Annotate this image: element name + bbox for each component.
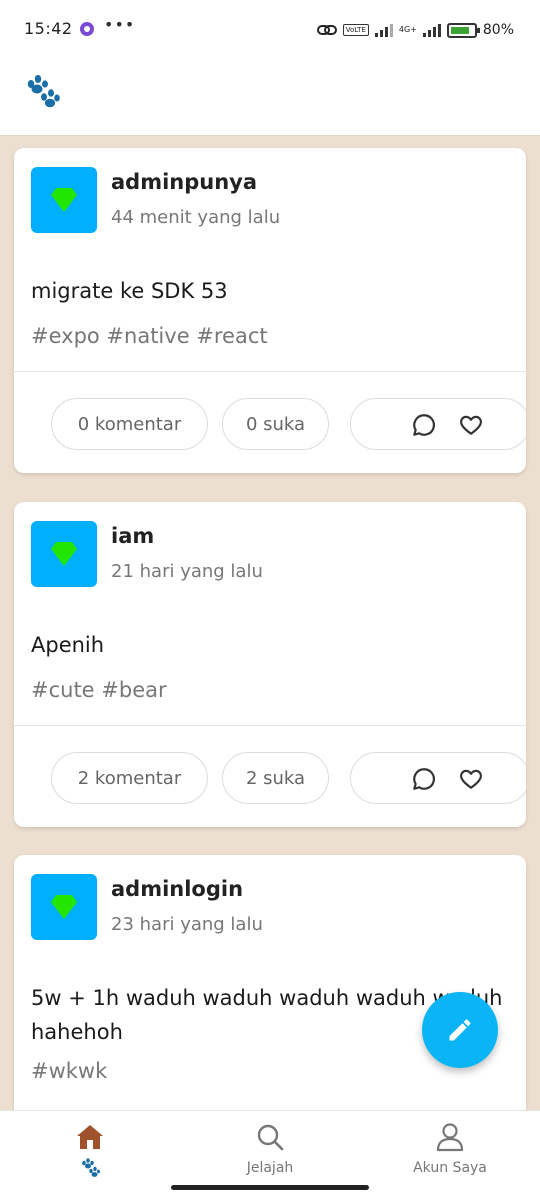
avatar[interactable] — [31, 521, 97, 587]
link-icon — [316, 25, 337, 35]
like-count-button[interactable]: 2 suka — [222, 752, 329, 804]
post-timestamp: 44 menit yang lalu — [111, 207, 281, 228]
paw-icon — [82, 1158, 100, 1177]
post-content: migrate ke SDK 53 — [31, 279, 228, 303]
post-tags[interactable]: #wkwk — [31, 1059, 107, 1083]
post-actions — [350, 752, 526, 804]
post-username[interactable]: iam — [111, 524, 154, 548]
comment-icon[interactable] — [411, 412, 437, 438]
battery-percent: 80% — [482, 22, 514, 38]
volte-icon: VoLTE — [342, 24, 369, 36]
tab-home[interactable] — [0, 1111, 180, 1191]
post-timestamp: 23 hari yang lalu — [111, 914, 263, 935]
post-card[interactable]: adminpunya 44 menit yang lalu migrate ke… — [14, 148, 526, 473]
like-count-button[interactable]: 0 suka — [222, 398, 329, 450]
signal-icon-2 — [422, 23, 441, 37]
network-type: 4G+ — [398, 25, 417, 34]
heart-icon[interactable] — [458, 412, 484, 438]
tab-akun-saya[interactable]: Akun Saya — [360, 1111, 540, 1191]
pencil-icon — [449, 1019, 471, 1041]
post-tags[interactable]: #expo #native #react — [31, 324, 268, 348]
messenger-notification-icon — [80, 22, 94, 36]
app-bar — [0, 60, 540, 136]
paw-icon[interactable] — [22, 72, 62, 112]
post-timestamp: 21 hari yang lalu — [111, 561, 263, 582]
more-notifications-icon: ••• — [104, 15, 136, 34]
gem-icon — [51, 542, 77, 566]
post-actions — [350, 398, 526, 450]
comment-count-button[interactable]: 0 komentar — [51, 398, 208, 450]
tab-label: Akun Saya — [413, 1160, 487, 1176]
divider — [14, 371, 526, 372]
post-content: Apenih — [31, 633, 105, 657]
gesture-bar[interactable] — [171, 1185, 369, 1190]
gem-icon — [51, 188, 77, 212]
user-icon — [436, 1123, 464, 1152]
post-feed[interactable]: adminpunya 44 menit yang lalu migrate ke… — [0, 136, 540, 1110]
comment-count-button[interactable]: 2 komentar — [51, 752, 208, 804]
comment-icon[interactable] — [411, 766, 437, 792]
search-icon — [257, 1124, 284, 1151]
battery-icon — [446, 22, 480, 38]
post-card[interactable]: adminlogin 23 hari yang lalu 5w + 1h wad… — [14, 855, 526, 1110]
home-icon — [77, 1125, 103, 1149]
divider — [14, 725, 526, 726]
avatar[interactable] — [31, 874, 97, 940]
gem-icon — [51, 895, 77, 919]
status-time: 15:42 — [24, 19, 73, 38]
heart-icon[interactable] — [458, 766, 484, 792]
signal-icon — [374, 23, 393, 37]
status-bar: 15:42 ••• VoLTE 4G+ 80% — [0, 0, 540, 60]
tab-label: Jelajah — [246, 1160, 294, 1176]
status-indicators: VoLTE 4G+ 80% — [316, 18, 514, 42]
post-tags[interactable]: #cute #bear — [31, 678, 167, 702]
post-username[interactable]: adminpunya — [111, 170, 257, 194]
tab-jelajah[interactable]: Jelajah — [180, 1111, 360, 1191]
create-post-button[interactable] — [422, 992, 498, 1068]
post-username[interactable]: adminlogin — [111, 877, 243, 901]
avatar[interactable] — [31, 167, 97, 233]
post-card[interactable]: iam 21 hari yang lalu Apenih #cute #bear… — [14, 502, 526, 827]
